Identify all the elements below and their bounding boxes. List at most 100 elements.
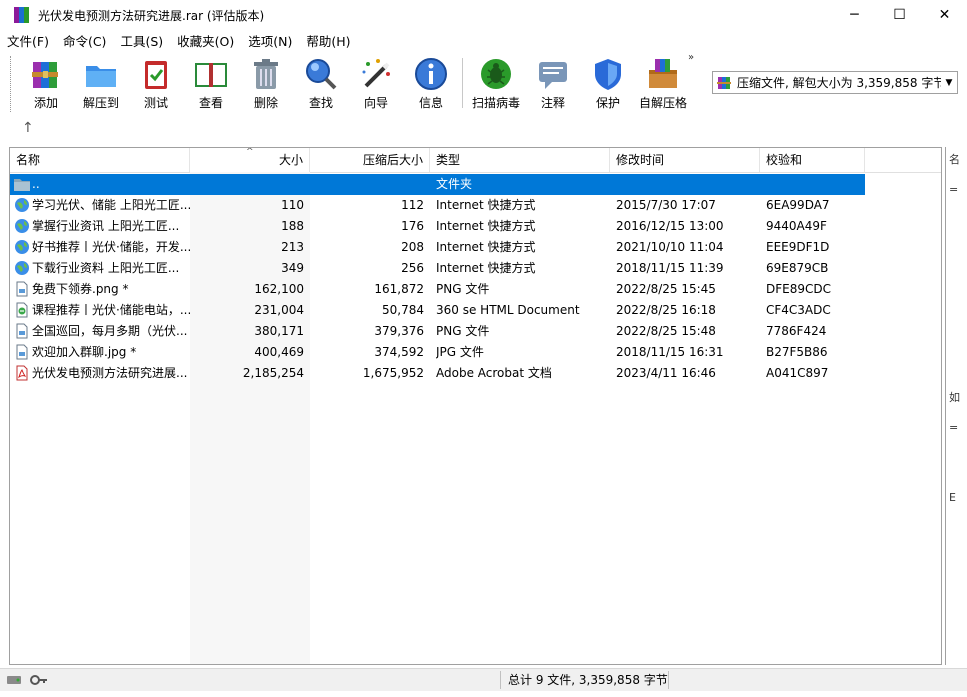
file-type: Internet 快捷方式	[436, 219, 536, 233]
delete-button[interactable]: 删除	[240, 56, 292, 112]
file-name: 欢迎加入群聊.jpg *	[32, 345, 137, 359]
menu-options[interactable]: 选项(N)	[241, 31, 299, 50]
menu-file[interactable]: 文件(F)	[0, 31, 56, 50]
column-header-size[interactable]: ^ 大小	[190, 148, 310, 172]
file-type: 文件夹	[436, 177, 473, 191]
folder-extract-icon	[86, 66, 116, 87]
open-book-icon	[195, 63, 227, 87]
file-modified: 2018/11/15 11:39	[616, 261, 724, 275]
extract-to-label: 解压到	[82, 96, 119, 110]
virus-scan-button[interactable]: 扫描病毒	[470, 56, 522, 112]
file-crc: CF4C3ADC	[766, 303, 831, 317]
file-modified: 2016/12/15 13:00	[616, 219, 724, 233]
file-type: Internet 快捷方式	[436, 240, 536, 254]
delete-label: 删除	[253, 96, 278, 110]
file-name: 免费下领券.png *	[32, 282, 129, 296]
virus-bug-icon	[481, 59, 511, 89]
sort-ascending-icon: ^	[246, 147, 254, 157]
toolbar-grip[interactable]	[10, 56, 13, 112]
column-header-modified[interactable]: 修改时间	[610, 148, 760, 172]
file-modified: 2021/10/10 11:04	[616, 240, 724, 254]
globe-icon	[15, 240, 29, 254]
file-row[interactable]: 课程推荐丨光伏·储能电站，... 231,004 50,784 360 se H…	[10, 300, 865, 321]
file-size: 188	[281, 219, 304, 233]
file-packed-size: 176	[401, 219, 424, 233]
archive-small-icon	[717, 76, 731, 89]
file-type: JPG 文件	[436, 345, 484, 359]
image-file-icon	[16, 344, 28, 360]
pdf-file-icon	[16, 365, 28, 381]
file-crc: 7786F424	[766, 324, 827, 338]
file-name: 光伏发电预测方法研究进展...	[32, 366, 188, 380]
protect-label: 保护	[595, 96, 620, 110]
file-row[interactable]: 光伏发电预测方法研究进展... 2,185,254 1,675,952 Adob…	[10, 363, 865, 384]
file-type: Internet 快捷方式	[436, 261, 536, 275]
toolbar-more-chevron-icon[interactable]: »	[688, 52, 694, 63]
magnifier-icon	[306, 59, 337, 90]
archive-books-icon	[32, 62, 58, 88]
file-packed-size: 112	[401, 198, 424, 212]
up-folder-arrow-icon[interactable]: ↑	[22, 120, 34, 136]
side-panel-text: 如	[949, 391, 960, 404]
file-size: 380,171	[254, 324, 304, 338]
file-name: 掌握行业资讯 上阳光工匠...	[32, 219, 180, 233]
archive-info-dropdown[interactable]: 压缩文件, 解包大小为 3,359,858 字节 ▼	[712, 71, 958, 94]
column-header-packed[interactable]: 压缩后大小	[310, 148, 430, 172]
file-name: 下载行业资料 上阳光工匠...	[32, 261, 180, 275]
magic-wand-icon	[362, 59, 390, 88]
file-size: 213	[281, 240, 304, 254]
column-header-size-label: 大小	[278, 153, 303, 167]
menu-commands[interactable]: 命令(C)	[56, 31, 113, 50]
globe-icon	[15, 198, 29, 212]
file-list: 名称 ^ 大小 压缩后大小 类型 修改时间 校验和 .. 文件夹 学习光伏、储能…	[9, 147, 942, 665]
info-icon	[415, 58, 447, 90]
file-size: 2,185,254	[242, 366, 304, 380]
file-row[interactable]: 欢迎加入群聊.jpg * 400,469 374,592 JPG 文件 2018…	[10, 342, 865, 363]
wizard-button[interactable]: 向导	[350, 56, 402, 112]
file-row[interactable]: 学习光伏、储能 上阳光工匠... 110 112 Internet 快捷方式 2…	[10, 195, 865, 216]
menu-favorites[interactable]: 收藏夹(O)	[170, 31, 241, 50]
test-button[interactable]: 测试	[130, 56, 182, 112]
close-button[interactable]: ✕	[922, 0, 967, 30]
folder-icon	[14, 179, 30, 191]
window-title: 光伏发电预测方法研究进展.rar (评估版本)	[38, 8, 265, 23]
file-name: 好书推荐丨光伏·储能，开发...	[32, 240, 190, 254]
status-summary: 总计 9 文件, 3,359,858 字节	[508, 673, 668, 687]
info-button[interactable]: 信息	[405, 56, 457, 112]
trash-can-icon	[254, 59, 278, 89]
image-file-icon	[16, 323, 28, 339]
status-bar: 总计 9 文件, 3,359,858 字节	[0, 668, 967, 691]
maximize-button[interactable]: ☐	[877, 0, 922, 30]
view-button[interactable]: 查看	[185, 56, 237, 112]
drive-icon[interactable]	[6, 673, 28, 687]
menu-tools[interactable]: 工具(S)	[113, 31, 170, 50]
sfx-button[interactable]: 自解压格	[637, 56, 689, 112]
column-header-crc[interactable]: 校验和	[760, 148, 865, 172]
file-modified: 2023/4/11 16:46	[616, 366, 716, 380]
find-button[interactable]: 查找	[295, 56, 347, 112]
file-crc: 9440A49F	[766, 219, 827, 233]
file-row[interactable]: 好书推荐丨光伏·储能，开发... 213 208 Internet 快捷方式 2…	[10, 237, 865, 258]
comment-button[interactable]: 注释	[527, 56, 579, 112]
protect-button[interactable]: 保护	[582, 56, 634, 112]
column-header-type[interactable]: 类型	[430, 148, 610, 172]
extract-to-button[interactable]: 解压到	[75, 56, 127, 112]
key-icon[interactable]	[30, 673, 48, 687]
parent-folder-row[interactable]: .. 文件夹	[10, 174, 865, 195]
add-button[interactable]: 添加	[20, 56, 72, 112]
file-size: 110	[281, 198, 304, 212]
file-packed-size: 50,784	[382, 303, 424, 317]
html-file-icon	[16, 302, 28, 318]
archive-info-text: 压缩文件, 解包大小为 3,359,858 字节	[737, 76, 941, 90]
menu-help[interactable]: 帮助(H)	[299, 31, 357, 50]
file-row[interactable]: 下载行业资料 上阳光工匠... 349 256 Internet 快捷方式 20…	[10, 258, 865, 279]
minimize-button[interactable]: ─	[832, 0, 877, 30]
column-header-name[interactable]: 名称	[10, 148, 190, 172]
globe-icon	[15, 219, 29, 233]
file-row[interactable]: 免费下领券.png * 162,100 161,872 PNG 文件 2022/…	[10, 279, 865, 300]
comment-label: 注释	[540, 96, 565, 110]
chevron-down-icon: ▼	[945, 77, 953, 88]
file-row[interactable]: 掌握行业资讯 上阳光工匠... 188 176 Internet 快捷方式 20…	[10, 216, 865, 237]
sfx-label: 自解压格	[638, 96, 687, 110]
file-row[interactable]: 全国巡回，每月多期（光伏... 380,171 379,376 PNG 文件 2…	[10, 321, 865, 342]
